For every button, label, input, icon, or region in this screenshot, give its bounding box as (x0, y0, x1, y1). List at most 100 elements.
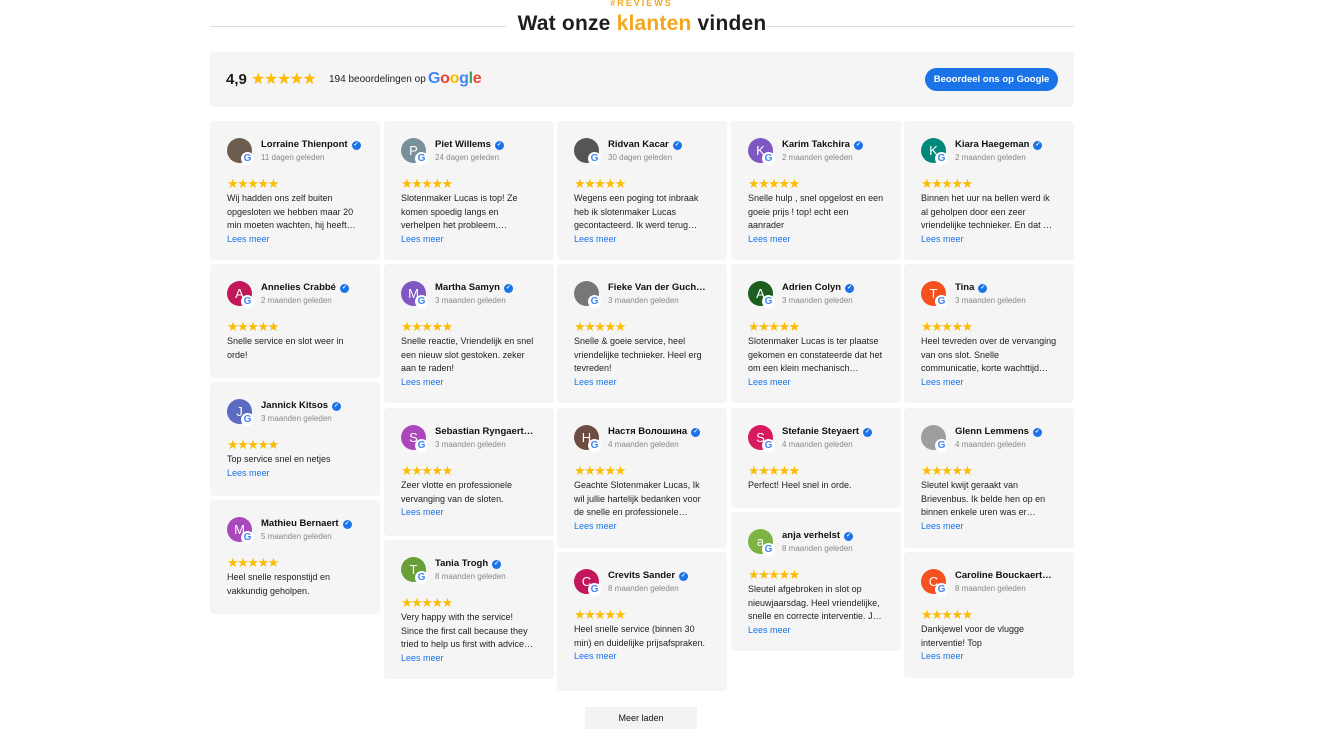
reviewer-name: Mathieu Bernaert ✓ (261, 518, 352, 529)
verified-icon: ✓ (494, 141, 504, 150)
review-stars: ★★★★★ (227, 436, 279, 454)
read-more-link[interactable]: Lees meer (401, 233, 537, 247)
google-icon: G (241, 295, 254, 308)
read-more-link[interactable]: Lees meer (401, 506, 537, 520)
rate-us-button[interactable]: Beoordeel ons op Google (925, 68, 1058, 91)
reviewer-name: anja verhelst ✓ (782, 530, 854, 541)
review-card: H G Настя Волошина ✓ 4 maanden geleden ★★★★★ G… (557, 408, 727, 548)
reviewer-name-text: Glenn Lemmens (955, 426, 1029, 437)
review-stars: ★★★★★ (574, 462, 626, 480)
star-icon: ★★★★★ (251, 71, 317, 88)
title-part: Wat onze (517, 12, 617, 35)
review-stars: ★★★★★ (227, 318, 279, 336)
review-date: 3 maanden geleden (261, 414, 332, 423)
review-date: 3 maanden geleden (955, 296, 1026, 305)
star-icon: ★★★★★ (574, 463, 626, 478)
review-text: Very happy with the service! Since the f… (401, 611, 537, 665)
review-text: Heel snelle responstijd en vakkundig geh… (227, 571, 363, 598)
review-stars: ★★★★★ (921, 606, 973, 624)
review-stars: ★★★★★ (401, 318, 453, 336)
verified-icon: ✓ (691, 428, 701, 437)
read-more-link[interactable]: Lees meer (748, 376, 884, 390)
star-icon: ★★★★★ (401, 319, 453, 334)
google-icon: G (935, 583, 948, 596)
verified-icon: ✓ (332, 402, 342, 411)
read-more-link[interactable]: Lees meer (748, 624, 884, 638)
review-card: G Glenn Lemmens ✓ 4 maanden geleden ★★★★★ Sle… (904, 408, 1074, 548)
review-date: 3 maanden geleden (435, 296, 506, 305)
review-text-body: Snelle service en slot weer in orde! (227, 336, 344, 360)
verified-icon: ✓ (342, 520, 352, 529)
star-icon: ★★★★★ (574, 607, 626, 622)
review-text: Heel snelle service (binnen 30 min) en d… (574, 623, 710, 664)
review-stars: ★★★★★ (574, 175, 626, 193)
review-text-body: Snelle reactie, Vriendelijk en snel een … (401, 336, 534, 373)
review-text-body: Snelle & goeie service, heel vriendelijk… (574, 336, 702, 373)
google-logo-letter: o (440, 70, 450, 87)
read-more-link[interactable]: Lees meer (574, 520, 710, 534)
review-text: Wegens een poging tot inbraak heb ik slo… (574, 192, 710, 246)
google-icon: G (241, 531, 254, 544)
review-text: Top service snel en netjes Lees meer (227, 453, 363, 480)
read-more-link[interactable]: Lees meer (401, 652, 537, 666)
review-text-body: Slotenmaker Lucas is ter plaatse gekomen… (748, 336, 883, 373)
verified-icon: ✓ (492, 560, 502, 569)
reviewer-name-text: Fieke Van der Gucht (608, 282, 700, 293)
review-date: 11 dagen geleden (261, 153, 325, 162)
read-more-link[interactable]: Lees meer (574, 650, 710, 664)
reviewer-name-text: Sebastian Ryngaert (435, 426, 524, 437)
review-date: 2 maanden geleden (955, 153, 1026, 162)
reviewer-name-text: Stefanie Steyaert (782, 426, 860, 437)
read-more-link[interactable]: Lees meer (227, 233, 363, 247)
reviewer-name-text: Caroline Bouckaert (955, 570, 1043, 581)
review-card: M G Martha Samyn ✓ 3 maanden geleden ★★★★★ Sne… (384, 264, 554, 403)
review-date: 8 maanden geleden (435, 572, 506, 581)
review-card: G Lorraine Thienpont ✓ 11 dagen geleden ★★★★… (210, 121, 380, 260)
reviewer-name: Jannick Kitsos ✓ (261, 400, 342, 411)
reviewer-name: Tania Trogh ✓ (435, 558, 502, 569)
review-card: G Fieke Van der Gucht✓ 3 maanden geleden ★★… (557, 264, 727, 403)
google-logo-letter: G (428, 70, 441, 87)
review-card: T G Tina ✓ 3 maanden geleden ★★★★★ Heel tevred… (904, 264, 1074, 403)
review-count: 194 beoordelingen op (329, 74, 426, 85)
review-text-body: Top service snel en netjes (227, 454, 331, 464)
star-icon: ★★★★★ (574, 319, 626, 334)
read-more-link[interactable]: Lees meer (574, 233, 710, 247)
reviewer-name: Adrien Colyn ✓ (782, 282, 855, 293)
verified-icon: ✓ (1032, 428, 1042, 437)
review-card: K G Karim Takchira ✓ 2 maanden geleden ★★★★★ S… (731, 121, 901, 260)
review-text-body: Very happy with the service! Since the f… (401, 612, 534, 649)
google-icon: G (241, 152, 254, 165)
read-more-link[interactable]: Lees meer (921, 650, 1057, 664)
star-icon: ★★★★★ (748, 176, 800, 191)
load-more-button[interactable]: Meer laden (585, 707, 697, 729)
read-more-link[interactable]: Lees meer (401, 376, 537, 390)
review-text: Heel tevreden over de vervanging van ons… (921, 335, 1057, 389)
read-more-link[interactable]: Lees meer (921, 520, 1057, 534)
star-icon: ★★★★★ (227, 176, 279, 191)
reviewer-name: Martha Samyn ✓ (435, 282, 513, 293)
review-text-body: Heel snelle responstijd en vakkundig geh… (227, 572, 331, 596)
review-date: 8 maanden geleden (608, 584, 679, 593)
review-text-body: Sleutel afgebroken in slot op nieuwjaars… (748, 584, 882, 621)
read-more-link[interactable]: Lees meer (921, 376, 1057, 390)
google-icon: G (762, 543, 775, 556)
read-more-link[interactable]: Lees meer (748, 233, 884, 247)
review-stars: ★★★★★ (748, 175, 800, 193)
read-more-link[interactable]: Lees meer (227, 467, 363, 481)
reviewer-name-text: Tina (955, 282, 975, 293)
review-stars: ★★★★★ (748, 462, 800, 480)
review-card: a Ganja verhelst ✓ 8 maanden geleden ★★★★★ Sl… (731, 512, 901, 651)
review-stars: ★★★★★ (574, 606, 626, 624)
review-date: 8 maanden geleden (782, 544, 853, 553)
reviewer-name: Glenn Lemmens ✓ (955, 426, 1042, 437)
star-icon: ★★★★★ (921, 463, 973, 478)
google-icon: G (415, 295, 428, 308)
read-more-link[interactable]: Lees meer (921, 233, 1057, 247)
review-card: A G Adrien Colyn ✓ 3 maanden geleden ★★★★★ Slo… (731, 264, 901, 403)
google-icon: G (762, 439, 775, 452)
reviewer-name: Crevits Sander ✓ (608, 570, 689, 581)
review-stars: ★★★★★ (748, 318, 800, 336)
read-more-link[interactable]: Lees meer (574, 376, 710, 390)
review-text: Perfect! Heel snel in orde. (748, 479, 884, 493)
